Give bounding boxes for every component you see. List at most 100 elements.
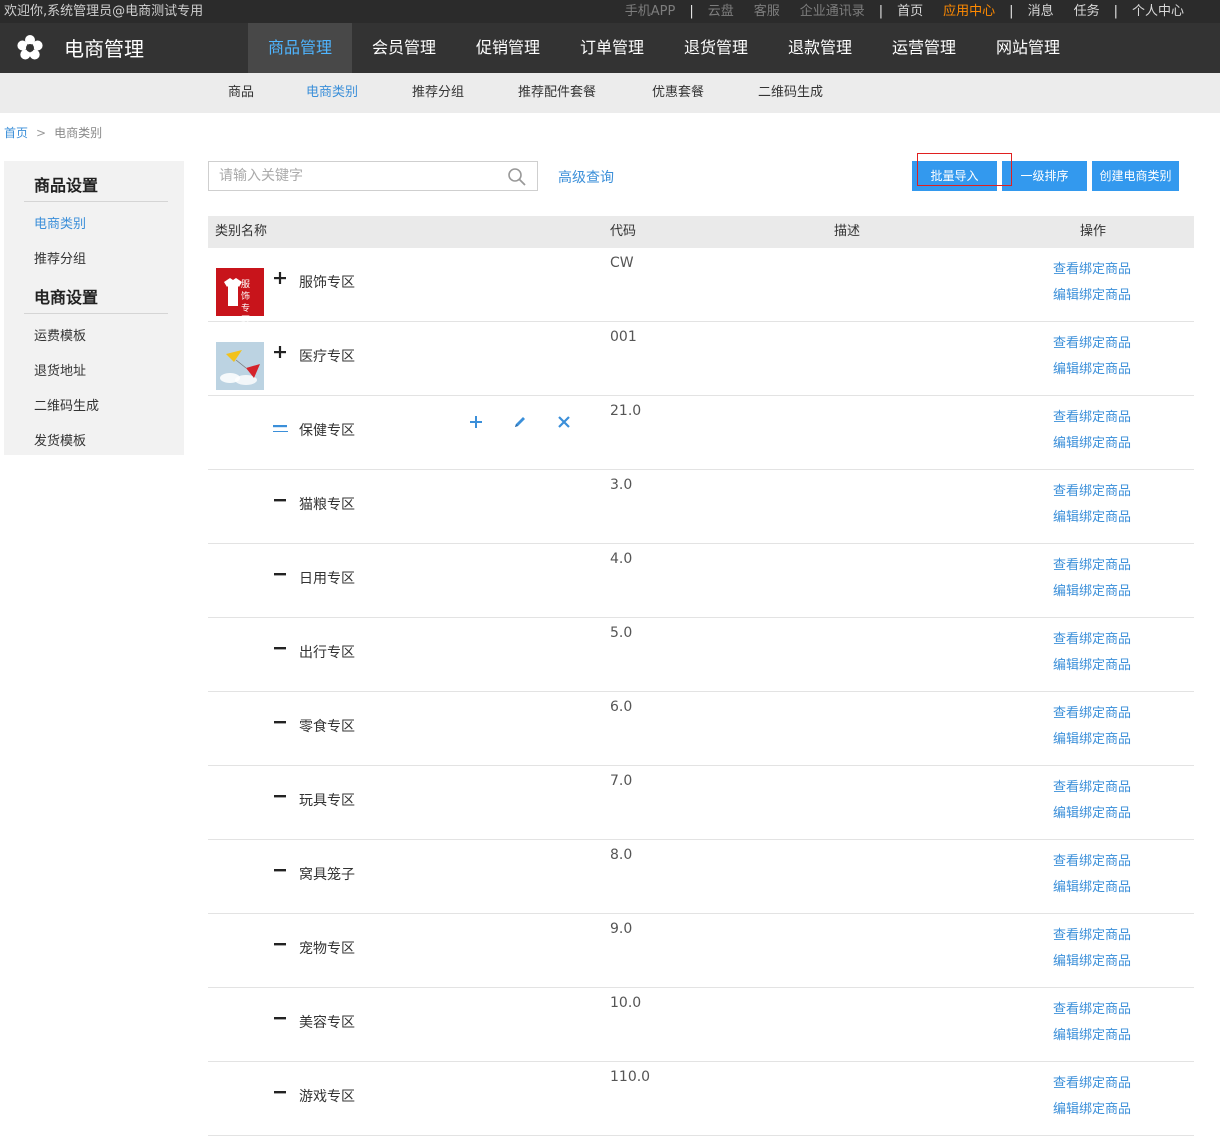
sub-nav-item[interactable]: 优惠套餐	[652, 73, 704, 113]
top-link[interactable]: 个人中心	[1132, 0, 1184, 23]
welcome-text: 欢迎你,系统管理员@电商测试专用	[4, 4, 204, 19]
sub-nav-item[interactable]: 电商类别	[306, 73, 358, 113]
sub-nav-item[interactable]: 商品	[228, 73, 254, 113]
table-row: 玩具专区 7.0 查看绑定商品 编辑绑定商品	[208, 766, 1194, 840]
edit-bound-products-link[interactable]: 编辑绑定商品	[1053, 876, 1131, 895]
category-code: 21.0	[610, 403, 642, 419]
category-code: 8.0	[610, 847, 633, 863]
category-name: 玩具专区	[299, 793, 355, 809]
breadcrumb-current: 电商类别	[54, 126, 103, 140]
top-link-separator: |	[1113, 4, 1118, 19]
breadcrumb-home[interactable]: 首页	[4, 126, 28, 140]
advanced-search-link[interactable]: 高级查询	[558, 167, 614, 187]
sidebar-item-return-address[interactable]: 退货地址	[34, 360, 86, 379]
nav-tab[interactable]: 商品管理	[248, 23, 352, 73]
view-bound-products-link[interactable]: 查看绑定商品	[1053, 554, 1131, 573]
edit-bound-products-link[interactable]: 编辑绑定商品	[1053, 358, 1131, 377]
edit-pencil-icon[interactable]	[512, 414, 528, 430]
sub-nav-item[interactable]: 推荐配件套餐	[518, 73, 596, 113]
collapse-minus-icon[interactable]	[272, 714, 288, 730]
row-hover-actions	[468, 414, 572, 430]
collapse-minus-icon[interactable]	[272, 788, 288, 804]
view-bound-products-link[interactable]: 查看绑定商品	[1053, 1072, 1131, 1091]
top-link[interactable]: 首页	[897, 0, 923, 23]
edit-bound-products-link[interactable]: 编辑绑定商品	[1053, 728, 1131, 747]
category-code: 001	[610, 329, 637, 345]
view-bound-products-link[interactable]: 查看绑定商品	[1053, 406, 1131, 425]
top-link[interactable]: 云盘	[708, 0, 734, 23]
delete-x-icon[interactable]	[556, 414, 572, 430]
sub-nav-item[interactable]: 二维码生成	[758, 73, 823, 113]
level-sort-button[interactable]: 一级排序	[1002, 161, 1087, 191]
nav-tab[interactable]: 退货管理	[664, 23, 768, 73]
collapse-minus-icon[interactable]	[272, 492, 288, 508]
top-link[interactable]: 企业通讯录	[800, 0, 865, 23]
category-thumbnail	[216, 342, 264, 390]
category-code: 7.0	[610, 773, 633, 789]
top-link[interactable]: 手机APP	[625, 0, 676, 23]
edit-bound-products-link[interactable]: 编辑绑定商品	[1053, 506, 1131, 525]
collapse-minus-icon[interactable]	[272, 862, 288, 878]
sidebar-divider	[24, 313, 168, 314]
sidebar-item-recommend-group[interactable]: 推荐分组	[34, 248, 86, 267]
expand-plus-icon[interactable]	[272, 270, 288, 286]
edit-bound-products-link[interactable]: 编辑绑定商品	[1053, 1024, 1131, 1043]
view-bound-products-link[interactable]: 查看绑定商品	[1053, 628, 1131, 647]
create-category-button[interactable]: 创建电商类别	[1092, 161, 1179, 191]
search-icon[interactable]	[507, 167, 527, 187]
sidebar-item-shipping-template[interactable]: 运费模板	[34, 325, 86, 344]
nav-tab[interactable]: 订单管理	[560, 23, 664, 73]
nav-tab[interactable]: 促销管理	[456, 23, 560, 73]
table-row: 窝具笼子 8.0 查看绑定商品 编辑绑定商品	[208, 840, 1194, 914]
view-bound-products-link[interactable]: 查看绑定商品	[1053, 998, 1131, 1017]
sub-nav: 商品 电商类别 推荐分组 推荐配件套餐 优惠套餐 二维码生成	[0, 73, 1220, 113]
nav-tab[interactable]: 运营管理	[872, 23, 976, 73]
sidebar-item-category[interactable]: 电商类别	[34, 213, 86, 232]
sidebar-item-qrcode[interactable]: 二维码生成	[34, 395, 99, 414]
top-link[interactable]: 消息	[1028, 0, 1054, 23]
table-header: 类别名称 代码 描述 操作	[208, 216, 1194, 248]
edit-bound-products-link[interactable]: 编辑绑定商品	[1053, 802, 1131, 821]
category-code: 110.0	[610, 1069, 651, 1085]
expand-plus-icon[interactable]	[272, 344, 288, 360]
view-bound-products-link[interactable]: 查看绑定商品	[1053, 480, 1131, 499]
collapse-minus-icon[interactable]	[272, 1010, 288, 1026]
collapse-minus-icon[interactable]	[272, 566, 288, 582]
edit-bound-products-link[interactable]: 编辑绑定商品	[1053, 950, 1131, 969]
nav-tab[interactable]: 会员管理	[352, 23, 456, 73]
category-name: 保健专区	[299, 423, 355, 439]
view-bound-products-link[interactable]: 查看绑定商品	[1053, 258, 1131, 277]
edit-bound-products-link[interactable]: 编辑绑定商品	[1053, 432, 1131, 451]
view-bound-products-link[interactable]: 查看绑定商品	[1053, 924, 1131, 943]
add-subcategory-icon[interactable]	[468, 414, 484, 430]
batch-import-button[interactable]: 批量导入	[912, 161, 997, 191]
col-header-code: 代码	[610, 224, 637, 239]
view-bound-products-link[interactable]: 查看绑定商品	[1053, 702, 1131, 721]
collapse-minus-icon[interactable]	[272, 936, 288, 952]
category-name: 医疗专区	[299, 349, 355, 365]
collapse-minus-icon[interactable]	[272, 640, 288, 656]
search-input[interactable]	[209, 162, 499, 190]
collapse-minus-icon[interactable]	[272, 1084, 288, 1100]
collapse-minus-icon[interactable]	[272, 418, 288, 434]
col-header-actions: 操作	[1080, 224, 1107, 239]
nav-tab[interactable]: 退款管理	[768, 23, 872, 73]
table-row: 保健专区 21.0 查看绑定商品 编辑绑定商品	[208, 396, 1194, 470]
view-bound-products-link[interactable]: 查看绑定商品	[1053, 850, 1131, 869]
nav-tab[interactable]: 网站管理	[976, 23, 1080, 73]
top-strip: 欢迎你,系统管理员@电商测试专用 手机APP | 云盘 客服 企业通讯录 | 首页 应用中心 |…	[0, 0, 1220, 23]
top-link-separator: |	[878, 4, 884, 19]
top-link[interactable]: 任务	[1074, 0, 1100, 23]
top-link[interactable]: 应用中心	[943, 0, 995, 23]
view-bound-products-link[interactable]: 查看绑定商品	[1053, 332, 1131, 351]
top-link[interactable]: 客服	[754, 0, 780, 23]
edit-bound-products-link[interactable]: 编辑绑定商品	[1053, 1098, 1131, 1117]
category-code: 10.0	[610, 995, 642, 1011]
edit-bound-products-link[interactable]: 编辑绑定商品	[1053, 580, 1131, 599]
edit-bound-products-link[interactable]: 编辑绑定商品	[1053, 284, 1131, 303]
top-links: 手机APP | 云盘 客服 企业通讯录 | 首页 应用中心 | 消息 任务 | 个人中心	[615, 0, 1194, 23]
view-bound-products-link[interactable]: 查看绑定商品	[1053, 776, 1131, 795]
sub-nav-item[interactable]: 推荐分组	[412, 73, 464, 113]
edit-bound-products-link[interactable]: 编辑绑定商品	[1053, 654, 1131, 673]
sidebar-item-delivery-template[interactable]: 发货模板	[34, 430, 86, 449]
